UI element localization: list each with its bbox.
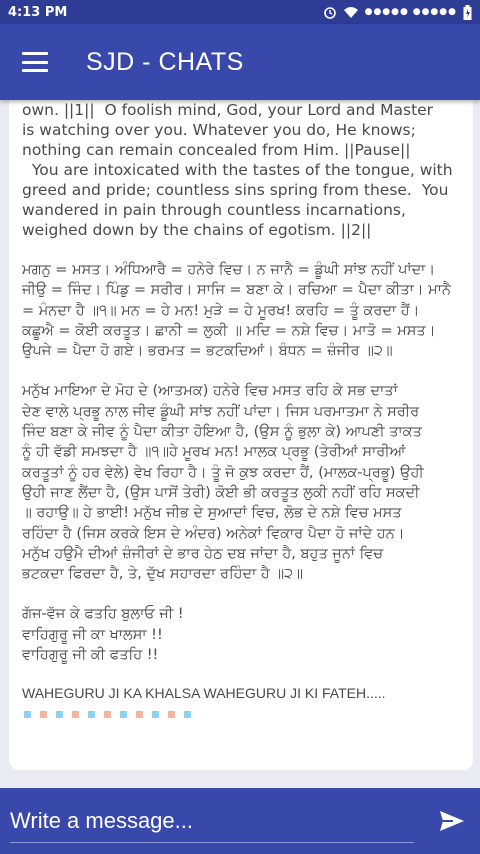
decorative-dot	[72, 711, 79, 719]
meaning-line: ਨੂੰ ਹੀ ਵੱਡੀ ਸਮਝਦਾ ਹੈ ॥੧॥ਹੇ ਮੂਰਖ ਮਨ! ਮਾਲਕ…	[22, 444, 406, 461]
app-title: SJD - CHATS	[86, 47, 244, 76]
meaning-line: ਮਨੁੱਖ ਹਉਮੈ ਦੀਆਂ ਜ਼ੰਜੀਰਾਂ ਦੇ ਭਾਰ ਹੇਠ ਦਬ ਜ…	[22, 545, 384, 562]
meaning-line: ਜਿੰਦ ਬਣਾ ਕੇ ਜੀਵ ਨੂੰ ਪੈਦਾ ਕੀਤਾ ਹੋਇਆ ਹੈ, (…	[22, 424, 422, 441]
message-bubble: own. ||1|| O foolish mind, God, your Lor…	[9, 100, 473, 770]
punjabi-meaning: ਮਨੁੱਖ ਮਾਇਆ ਦੇ ਮੋਹ ਦੇ (ਆਤਮਕ) ਹਨੇਰੇ ਵਿਚ ਮਸ…	[22, 381, 463, 584]
glossary-line: = ਮੰਨਦਾ ਹੈ ॥੧॥ ਮਨ = ਹੇ ਮਨ! ਮੁੜੇ = ਹੇ ਮੂਰ…	[22, 302, 420, 319]
menu-icon[interactable]	[22, 52, 48, 72]
send-icon[interactable]	[434, 803, 470, 839]
battery-icon	[463, 4, 472, 20]
decorative-dot	[88, 711, 95, 719]
signal-icon: ●●●●● ●●●●●	[364, 7, 457, 17]
meaning-line: ਕਰਤੂਤਾਂ ਨੂੰ ਹਰ ਵੇਲੇ) ਵੇਖ ਰਿਹਾ ਹੈ। ਤੂੰ ਜੋ…	[22, 464, 424, 481]
decorative-dot	[120, 711, 127, 719]
status-bar: 4:13 PM ●●●●● ●●●●●	[0, 0, 480, 24]
closing-greeting: ਗੱਜ-ਵੱਜ ਕੇ ਫਤਹਿ ਬੁਲਾਓ ਜੀ ! ਵਾਹਿਗੁਰੂ ਜੀ ਕ…	[22, 604, 463, 665]
wifi-icon	[343, 6, 358, 18]
english-line: greed and pride; countless sins spring f…	[22, 181, 449, 199]
meaning-line: ਭਟਕਦਾ ਫਿਰਦਾ ਹੈ, ਤੇ, ਦੁੱਖ ਸਹਾਰਦਾ ਰਹਿੰਦਾ ਹ…	[22, 566, 303, 583]
chat-area[interactable]: own. ||1|| O foolish mind, God, your Lor…	[0, 100, 480, 788]
glossary-line: ਮਗਨੁ = ਮਸਤ। ਅੰਧਿਆਰੈ = ਹਨੇਰੇ ਵਿਚ। ਨ ਜਾਨੈ …	[22, 262, 436, 278]
meaning-line: ਦੇਣ ਵਾਲੇ ਪ੍ਰਭੂ ਨਾਲ ਜੀਵ ਡੂੰਘੀ ਸਾਂਝ ਨਹੀਂ ਪ…	[22, 403, 420, 420]
glossary-line: ਜੀਉ = ਜਿੰਦ। ਪਿੰਡੁ = ਸਰੀਰ। ਸਾਜਿ = ਬਣਾ ਕੇ।…	[22, 282, 451, 299]
english-translation: own. ||1|| O foolish mind, God, your Lor…	[22, 100, 463, 240]
decorative-dot	[56, 711, 63, 719]
english-line: wandered in pain through countless incar…	[22, 201, 406, 219]
english-line: own. ||1|| O foolish mind, God, your Lor…	[22, 101, 434, 119]
english-line: nothing can remain concealed from Him. |…	[22, 141, 411, 159]
closing-line: ਵਾਹਿਗੁਰੂ ਜੀ ਕੀ ਫਤਹਿ !!	[22, 647, 159, 664]
word-glossary: ਮਗਨੁ = ਮਸਤ। ਅੰਧਿਆਰੈ = ਹਨੇਰੇ ਵਿਚ। ਨ ਜਾਨੈ …	[22, 260, 463, 361]
decorative-dot	[184, 711, 191, 719]
message-composer: Write a message...	[0, 788, 480, 854]
meaning-line: ਉਹੀ ਜਾਣ ਲੈਂਦਾ ਹੈ, (ਉਸ ਪਾਸੋਂ ਤੇਰੀ) ਕੋਈ ਭੀ…	[22, 484, 420, 501]
decorative-dot	[24, 711, 31, 719]
message-footer: WAHEGURU JI KA KHALSA WAHEGURU JI KI FAT…	[22, 685, 386, 702]
status-icons: ●●●●● ●●●●●	[323, 4, 472, 20]
english-line: weighed down by the chains of egotism. |…	[22, 221, 372, 239]
closing-line: ਵਾਹਿਗੁਰੂ ਜੀ ਕਾ ਖਾਲਸਾ !!	[22, 626, 163, 643]
message-input[interactable]: Write a message...	[10, 799, 414, 843]
decorative-dot	[136, 711, 143, 719]
decorative-dot	[168, 711, 175, 719]
meaning-line: ਮਨੁੱਖ ਮਾਇਆ ਦੇ ਮੋਹ ਦੇ (ਆਤਮਕ) ਹਨੇਰੇ ਵਿਚ ਮਸ…	[22, 383, 398, 400]
glossary-line: ਉਪਜੇ = ਪੈਦਾ ਹੋ ਗਏ। ਭਰਮਤ = ਭਟਕਦਿਆਂ। ਬੰਧਨ …	[22, 343, 393, 360]
alarm-icon	[323, 7, 336, 19]
decorative-dots	[24, 711, 463, 719]
decorative-dot	[104, 711, 111, 719]
decorative-dot	[40, 711, 47, 719]
meaning-line: ॥ ਰਹਾਉ॥ ਹੇ ਭਾਈ! ਮਨੁੱਖ ਜੀਭ ਦੇ ਸੁਆਦਾਂ ਵਿਚ,…	[22, 505, 402, 522]
english-line: You are intoxicated with the tastes of t…	[22, 161, 453, 179]
closing-line: ਗੱਜ-ਵੱਜ ਕੇ ਫਤਹਿ ਬੁਲਾਓ ਜੀ !	[22, 606, 184, 623]
meaning-line: ਰਹਿੰਦਾ ਹੈ (ਜਿਸ ਕਰਕੇ ਇਸ ਦੇ ਅੰਦਰ) ਅਨੇਕਾਂ ਵ…	[22, 525, 405, 542]
app-bar: SJD - CHATS	[0, 24, 480, 100]
decorative-dot	[152, 711, 159, 719]
status-time: 4:13 PM	[8, 4, 68, 20]
english-line: is watching over you. Whatever you do, H…	[22, 121, 416, 139]
glossary-line: ਕਛੂਐ = ਕੋਈ ਕਰਤੂਤ। ਛਾਨੀ = ਲੁਕੀ ॥ ਮਦਿ = ਨਸ…	[22, 322, 436, 339]
